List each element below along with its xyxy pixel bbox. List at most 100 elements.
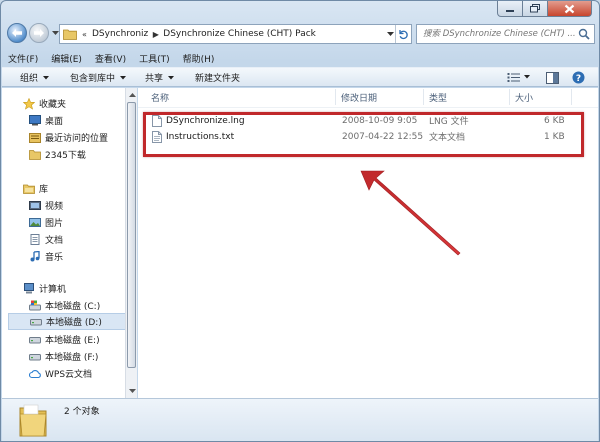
nav-videos[interactable]: 视频 xyxy=(28,197,125,214)
nav-pictures-label: 图片 xyxy=(45,219,64,229)
item-count: 2 个对象 xyxy=(64,407,100,417)
breadcrumb-separator-icon[interactable]: ▶ xyxy=(151,30,160,39)
nav-documents[interactable]: 文档 xyxy=(28,231,125,248)
column-divider[interactable] xyxy=(335,89,336,105)
maximize-button[interactable] xyxy=(523,1,548,17)
chevron-down-icon xyxy=(524,75,530,79)
preview-pane-button[interactable] xyxy=(546,70,559,85)
help-icon: ? xyxy=(572,71,585,84)
menu-tools[interactable]: 工具(T) xyxy=(139,52,170,65)
organize-label: 组织 xyxy=(20,74,39,84)
organize-button[interactable]: 组织 xyxy=(20,68,50,87)
nav-drive-f[interactable]: 本地磁盘 (F:) xyxy=(28,348,125,365)
close-button[interactable] xyxy=(548,1,592,17)
change-view-button[interactable] xyxy=(507,70,532,85)
scroll-down-icon[interactable] xyxy=(127,386,137,396)
nav-favorites-label: 收藏夹 xyxy=(39,100,67,110)
search-input[interactable] xyxy=(423,29,583,39)
nav-documents-label: 文档 xyxy=(45,236,64,246)
command-bar: 组织 包含到库中 共享 新建文件夹 ? xyxy=(2,67,598,87)
drive-icon xyxy=(28,334,41,346)
column-header-size[interactable]: 大小 xyxy=(515,88,533,107)
video-icon xyxy=(28,200,41,212)
breadcrumb-item[interactable]: DSynchronize Chinese (CHT) Pack xyxy=(160,29,319,39)
file-row[interactable]: Instructions.txt 2007-04-22 12:55 文本文档 1… xyxy=(138,128,568,145)
nav-drive-d[interactable]: 本地磁盘 (D:) xyxy=(8,313,125,330)
scrollbar-thumb[interactable] xyxy=(127,102,136,368)
menu-help[interactable]: 帮助(H) xyxy=(183,52,215,65)
column-divider[interactable] xyxy=(509,89,510,105)
nav-desktop-label: 桌面 xyxy=(45,117,64,127)
file-modified: 2008-10-09 9:05 xyxy=(342,115,418,126)
scroll-up-icon[interactable] xyxy=(127,90,137,100)
include-in-library-button[interactable]: 包含到库中 xyxy=(70,68,127,87)
share-button[interactable]: 共享 xyxy=(145,68,175,87)
chevron-down-icon xyxy=(51,30,59,35)
nav-drive-d-label: 本地磁盘 (D:) xyxy=(46,318,102,328)
recent-pages-dropdown[interactable] xyxy=(51,29,59,37)
column-divider[interactable] xyxy=(423,89,424,105)
nav-desktop[interactable]: 桌面 xyxy=(28,112,125,129)
column-header-name[interactable]: 名称 xyxy=(151,88,169,107)
preview-pane-icon xyxy=(546,71,559,84)
search-box[interactable] xyxy=(416,24,595,44)
file-modified: 2007-04-22 12:55 xyxy=(342,131,424,142)
chevron-down-icon xyxy=(43,75,50,79)
view-list-icon xyxy=(507,73,520,82)
search-icon[interactable] xyxy=(578,28,590,40)
refresh-button[interactable] xyxy=(395,25,411,43)
nav-libraries[interactable]: 库 xyxy=(22,180,125,197)
minimize-button[interactable] xyxy=(497,1,523,17)
explorer-window: « DSynchroniz ▶ DSynchronize Chinese (CH… xyxy=(0,0,600,442)
navigation-pane-scrollbar[interactable] xyxy=(125,88,137,398)
menu-file[interactable]: 文件(F) xyxy=(8,52,38,65)
nav-pictures[interactable]: 图片 xyxy=(28,214,125,231)
file-row[interactable]: DSynchronize.lng 2008-10-09 9:05 LNG 文件 … xyxy=(138,112,568,129)
text-file-icon xyxy=(152,128,162,145)
back-button[interactable] xyxy=(7,23,27,43)
column-divider[interactable] xyxy=(571,89,572,105)
nav-drive-f-label: 本地磁盘 (F:) xyxy=(45,353,99,363)
nav-recent-places[interactable]: 最近访问的位置 xyxy=(28,129,125,146)
nav-computer-label: 计算机 xyxy=(39,285,67,295)
nav-drive-c[interactable]: 本地磁盘 (C:) xyxy=(28,297,125,314)
menu-edit[interactable]: 编辑(E) xyxy=(51,52,82,65)
nav-videos-label: 视频 xyxy=(45,202,64,212)
nav-computer[interactable]: 计算机 xyxy=(22,280,125,297)
column-header-type[interactable]: 类型 xyxy=(429,88,447,107)
pictures-icon xyxy=(28,217,41,229)
file-size: 1 KB xyxy=(544,131,565,142)
nav-music[interactable]: 音乐 xyxy=(28,248,125,265)
minimize-icon xyxy=(506,9,514,12)
svg-text:?: ? xyxy=(576,74,581,84)
music-icon xyxy=(28,251,41,263)
cloud-icon xyxy=(28,368,41,380)
star-icon xyxy=(22,97,35,110)
arrow-shape xyxy=(360,170,461,256)
breadcrumb-overflow-icon[interactable]: « xyxy=(80,30,89,39)
new-folder-button[interactable]: 新建文件夹 xyxy=(195,68,240,87)
nav-2345-downloads[interactable]: 2345下载 xyxy=(28,146,125,163)
drive-icon xyxy=(28,351,41,363)
nav-favorites[interactable]: 收藏夹 xyxy=(22,95,125,112)
address-bar[interactable]: « DSynchroniz ▶ DSynchronize Chinese (CH… xyxy=(59,24,412,44)
breadcrumb-item[interactable]: DSynchroniz xyxy=(89,29,151,39)
chevron-down-icon xyxy=(386,31,394,36)
file-size: 6 KB xyxy=(544,115,565,126)
nav-drive-e-label: 本地磁盘 (E:) xyxy=(45,336,100,346)
back-arrow-icon xyxy=(12,29,22,37)
nav-drive-e[interactable]: 本地磁盘 (E:) xyxy=(28,331,125,348)
folder-icon xyxy=(19,404,47,437)
forward-button[interactable] xyxy=(29,23,49,43)
menu-view[interactable]: 查看(V) xyxy=(95,52,126,65)
file-list: 名称 修改日期 类型 大小 DSynchronize.lng 2008-10-0… xyxy=(138,88,598,398)
documents-icon xyxy=(28,234,41,246)
help-button[interactable]: ? xyxy=(572,70,585,85)
column-header-modified[interactable]: 修改日期 xyxy=(341,88,377,107)
header-divider xyxy=(138,107,598,108)
forward-arrow-icon xyxy=(34,29,44,37)
caption-buttons xyxy=(497,1,592,18)
file-name: DSynchronize.lng xyxy=(166,115,245,126)
nav-wps-cloud[interactable]: WPS云文档 xyxy=(28,365,125,382)
system-drive-icon xyxy=(28,300,41,312)
